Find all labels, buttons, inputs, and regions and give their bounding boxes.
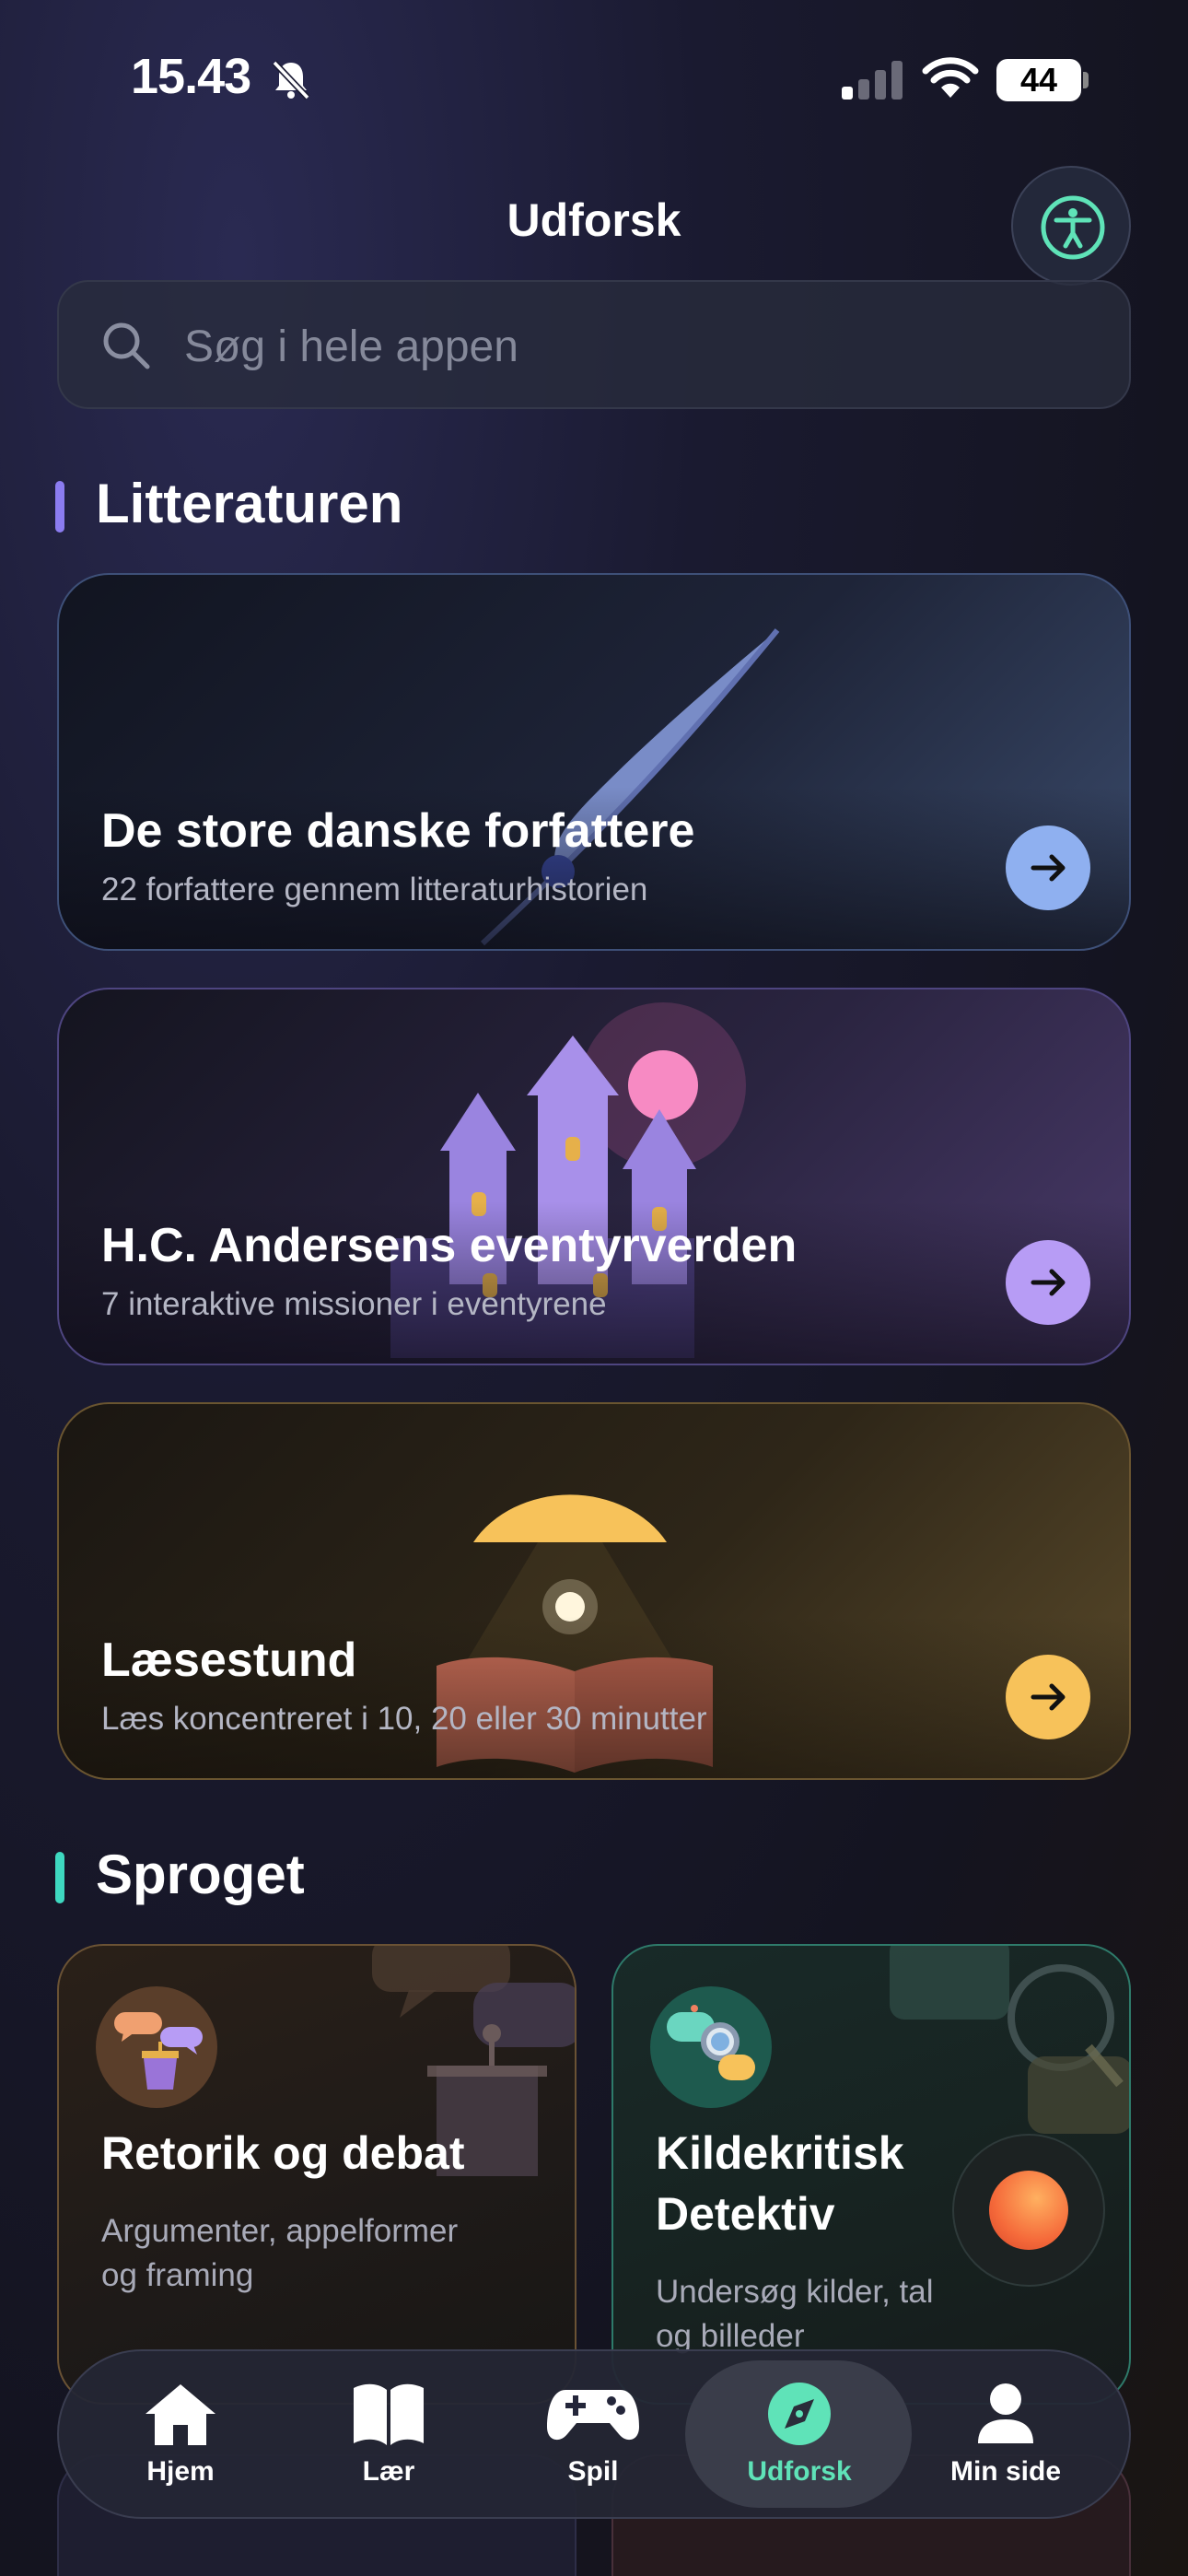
arrow-right-icon: [1031, 854, 1066, 882]
card-title: H.C. Andersens eventyrverden: [101, 1219, 798, 1272]
tile-subtitle-line2: og framing: [101, 2257, 254, 2293]
nav-label: Udforsk: [747, 2456, 852, 2487]
battery-indicator: 44: [996, 59, 1081, 101]
card-subtitle: 7 interaktive missioner i eventyrene: [101, 1286, 607, 1322]
nav-label: Min side: [949, 2456, 1061, 2487]
section-title-language: Sproget: [96, 1844, 305, 1905]
tile-title-line2: Detektiv: [656, 2188, 835, 2240]
bell-muted-icon: [272, 60, 310, 100]
nav-item-games[interactable]: Spil: [510, 2373, 676, 2502]
book-icon: [354, 2383, 424, 2445]
nav-label: Lær: [362, 2456, 415, 2487]
search-input[interactable]: [182, 313, 1015, 380]
card-arrow-button[interactable]: [1006, 1655, 1090, 1739]
accessibility-button[interactable]: [1011, 166, 1131, 286]
card-title: Læsestund: [101, 1633, 357, 1687]
section-accent-bar: [55, 481, 64, 533]
card-title: De store danske forfattere: [101, 804, 695, 858]
tile-subtitle-line1: Undersøg kilder, tal: [656, 2274, 934, 2310]
nav-item-explore[interactable]: Udforsk: [716, 2373, 882, 2502]
card-arrow-button[interactable]: [1006, 1240, 1090, 1325]
person-icon: [978, 2383, 1033, 2443]
detective-icon: [667, 2005, 755, 2080]
signal-icon: [842, 61, 903, 100]
record-dot-icon: [989, 2171, 1068, 2250]
tile-icon-circle: [96, 1986, 217, 2108]
speech-podium-icon: [114, 2012, 203, 2090]
wifi-icon: [922, 57, 979, 98]
card-subtitle: 22 forfattere gennem litteraturhistorien: [101, 872, 648, 907]
nav-item-home[interactable]: Hjem: [98, 2373, 263, 2502]
tile-subtitle-line1: Argumenter, appelformer: [101, 2213, 459, 2249]
section-title-literature: Litteraturen: [96, 473, 403, 534]
tile-rhetoric[interactable]: Retorik og debat Argumenter, appelformer…: [57, 1944, 577, 2405]
accessibility-icon: [1041, 195, 1105, 260]
nav-label: Hjem: [146, 2456, 215, 2487]
card-danish-authors[interactable]: De store danske forfattere 22 forfattere…: [57, 573, 1131, 951]
gamepad-icon: [547, 2390, 639, 2441]
status-time: 15.43: [131, 49, 251, 104]
nav-item-learn[interactable]: Lær: [306, 2373, 472, 2502]
page-title: Udforsk: [507, 194, 681, 246]
arrow-right-icon: [1031, 1269, 1066, 1296]
tile-title: Retorik og debat: [101, 2127, 465, 2179]
tile-title-line1: Kildekritisk: [656, 2127, 904, 2179]
tile-icon-circle: [650, 1986, 772, 2108]
search-icon: [103, 322, 150, 369]
tile-source-detective[interactable]: Kildekritisk Detektiv Undersøg kilder, t…: [611, 1944, 1131, 2405]
card-reading-session[interactable]: Læsestund Læs koncentreret i 10, 20 elle…: [57, 1402, 1131, 1780]
home-icon: [146, 2384, 215, 2445]
card-hc-andersen[interactable]: H.C. Andersens eventyrverden 7 interakti…: [57, 988, 1131, 1365]
arrow-right-icon: [1031, 1683, 1066, 1711]
record-button[interactable]: [952, 2134, 1105, 2287]
card-subtitle: Læs koncentreret i 10, 20 eller 30 minut…: [101, 1701, 707, 1737]
nav-item-profile[interactable]: Min side: [923, 2373, 1089, 2502]
card-arrow-button[interactable]: [1006, 825, 1090, 910]
section-accent-bar: [55, 1852, 64, 1903]
nav-label: Spil: [567, 2456, 619, 2487]
compass-icon: [768, 2383, 831, 2445]
battery-tip: [1083, 72, 1089, 88]
